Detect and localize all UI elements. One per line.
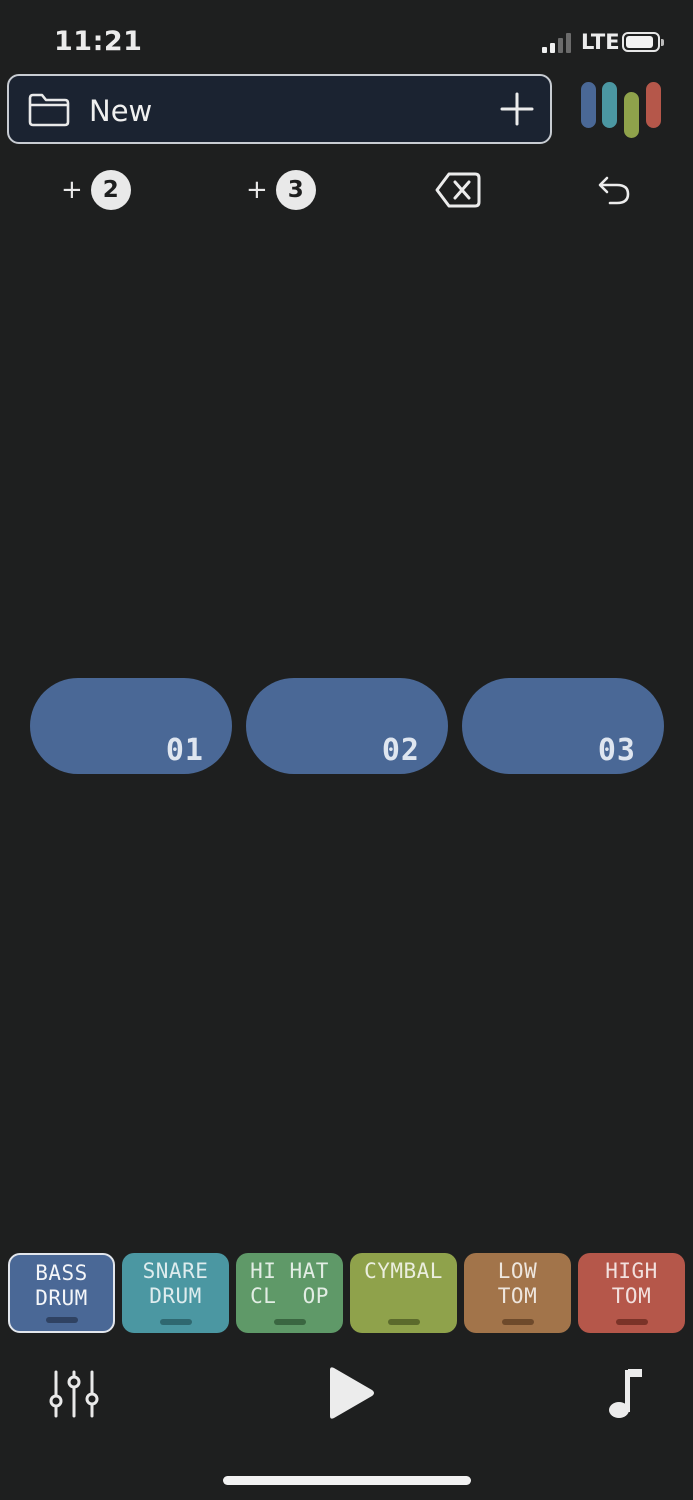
pad-indicator — [387, 1319, 420, 1325]
pad-label: CL OP — [250, 1284, 329, 1308]
backspace-icon[interactable] — [434, 170, 482, 210]
count-badge: 2 — [90, 170, 131, 210]
pad-hi-hat[interactable]: HI HAT CL OP — [236, 1253, 343, 1333]
pattern-number: 01 — [165, 733, 204, 768]
pad-low-tom[interactable]: LOW TOM — [464, 1253, 571, 1333]
pad-label: TOM — [497, 1284, 538, 1308]
app-logo-icon[interactable] — [578, 80, 664, 140]
pad-label: CYMBAL — [364, 1259, 443, 1283]
pad-label: BASS — [35, 1261, 88, 1285]
pad-label: TOM — [611, 1284, 652, 1308]
pad-label: LOW — [497, 1259, 538, 1283]
pad-cymbal[interactable]: CYMBAL — [350, 1253, 457, 1333]
pad-snare-drum[interactable]: SNARE DRUM — [122, 1253, 229, 1333]
pattern-number: 03 — [597, 733, 636, 768]
plus-sign: + — [246, 175, 268, 205]
pad-label: DRUM — [35, 1286, 88, 1310]
pattern-number: 02 — [381, 733, 420, 768]
pad-label: HIGH — [605, 1259, 658, 1283]
add-two-bars-button[interactable]: + 2 — [61, 168, 131, 212]
pad-indicator — [501, 1319, 534, 1325]
pad-label: HI HAT — [250, 1259, 329, 1283]
pad-label: DRUM — [149, 1284, 202, 1308]
add-three-bars-button[interactable]: + 3 — [246, 168, 316, 212]
battery-icon — [622, 32, 664, 52]
pad-high-tom[interactable]: HIGH TOM — [578, 1253, 685, 1333]
play-icon[interactable] — [322, 1364, 378, 1424]
folder-icon[interactable] — [27, 92, 71, 128]
music-note-icon[interactable] — [606, 1366, 646, 1422]
pad-indicator — [273, 1319, 306, 1325]
pattern-02[interactable]: 02 — [246, 678, 448, 774]
pad-indicator — [159, 1319, 192, 1325]
sliders-icon[interactable] — [48, 1368, 100, 1420]
carrier-label: LTE — [581, 30, 620, 54]
pad-indicator — [45, 1317, 78, 1323]
status-time: 11:21 — [54, 26, 143, 57]
signal-strength-icon — [542, 33, 576, 53]
pad-indicator — [615, 1319, 648, 1325]
undo-icon[interactable] — [596, 172, 632, 208]
project-bar[interactable]: New — [7, 74, 552, 144]
count-badge: 3 — [275, 170, 316, 210]
pad-label: SNARE — [142, 1259, 209, 1283]
project-name[interactable]: New — [89, 94, 152, 128]
pattern-01[interactable]: 01 — [30, 678, 232, 774]
pad-bass-drum[interactable]: BASS DRUM — [8, 1253, 115, 1333]
plus-icon[interactable] — [499, 91, 535, 127]
pattern-03[interactable]: 03 — [462, 678, 664, 774]
plus-sign: + — [61, 175, 83, 205]
home-indicator[interactable] — [223, 1476, 471, 1485]
